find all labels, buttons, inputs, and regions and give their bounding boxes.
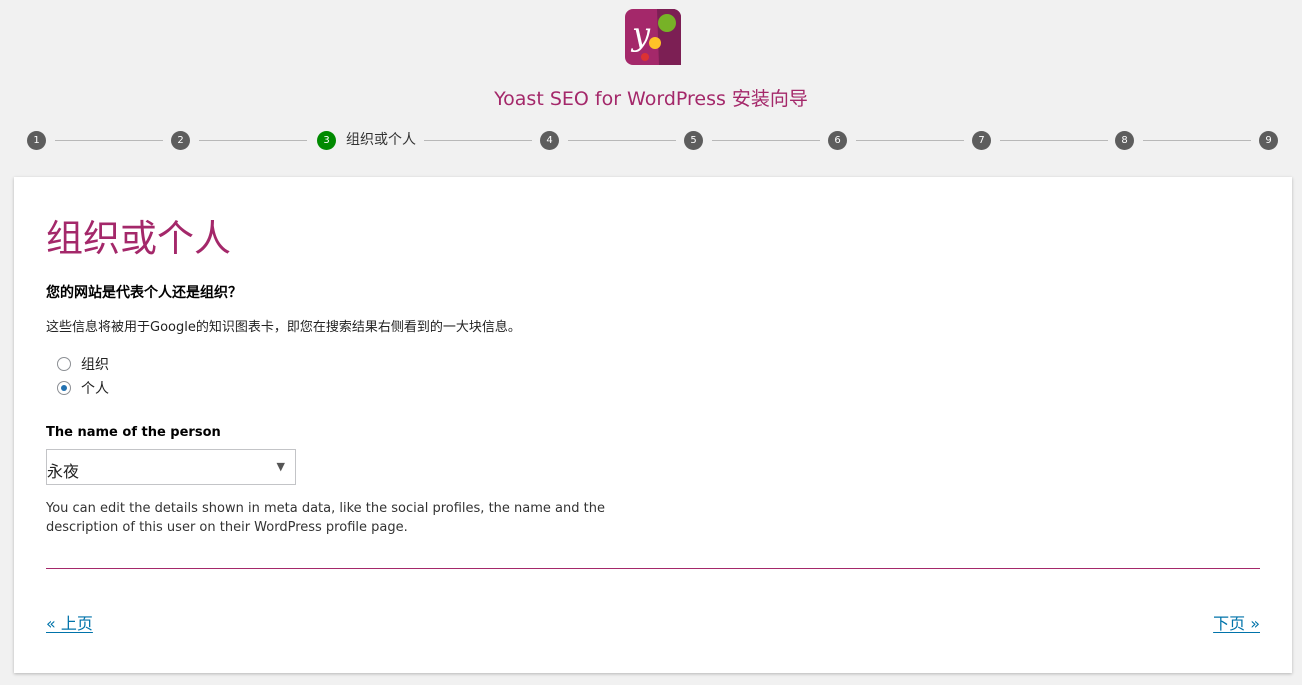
description-text: 这些信息将被用于Google的知识图表卡，即您在搜索结果右侧看到的一大块信息。 (46, 320, 521, 335)
step-4[interactable]: 4 (540, 131, 559, 150)
step-3-active[interactable]: 3 (317, 131, 336, 150)
dropdown-arrow-icon: ▼ (276, 460, 285, 473)
step-5[interactable]: 5 (684, 131, 703, 150)
step-connector (568, 140, 676, 141)
step-3-label: 组织或个人 (346, 132, 416, 148)
wizard-card: 组织或个人 您的网站是代表个人还是组织？ 这些信息将被用于Google的知识图表… (14, 177, 1292, 673)
step-7[interactable]: 7 (972, 131, 991, 150)
person-name-value: 永夜 (47, 462, 80, 481)
radio-person-label: 个人 (81, 381, 109, 397)
divider (46, 568, 1260, 569)
radio-organization[interactable] (57, 357, 71, 371)
wizard-title: Yoast SEO for WordPress 安装向导 (494, 88, 808, 110)
step-connector (1143, 140, 1251, 141)
help-text: You can edit the details shown in meta d… (46, 501, 605, 535)
step-8[interactable]: 8 (1115, 131, 1134, 150)
svg-text:y: y (630, 15, 651, 53)
step-connector (712, 140, 820, 141)
step-6[interactable]: 6 (828, 131, 847, 150)
step-connector (199, 140, 307, 141)
step-connector (424, 140, 532, 141)
page-title: 组织或个人 (46, 217, 231, 260)
person-name-label: The name of the person (46, 425, 221, 440)
step-connector (856, 140, 964, 141)
radio-option-person[interactable]: 个人 (57, 378, 109, 398)
previous-page-link[interactable]: « 上页 (46, 610, 93, 634)
step-9[interactable]: 9 (1259, 131, 1278, 150)
step-2[interactable]: 2 (171, 131, 190, 150)
step-connector (1000, 140, 1108, 141)
radio-organization-label: 组织 (81, 357, 109, 373)
radio-person[interactable] (57, 381, 71, 395)
step-1[interactable]: 1 (27, 131, 46, 150)
step-progress: 1 2 3 组织或个人 4 5 6 7 8 9 (0, 128, 1302, 152)
yoast-logo-icon: y (625, 9, 681, 65)
question-heading: 您的网站是代表个人还是组织？ (46, 285, 242, 301)
person-name-select[interactable]: 永夜 ▼ (46, 449, 296, 485)
next-page-link[interactable]: 下页 » (1213, 610, 1260, 634)
radio-option-organization[interactable]: 组织 (57, 354, 109, 374)
step-connector (55, 140, 163, 141)
